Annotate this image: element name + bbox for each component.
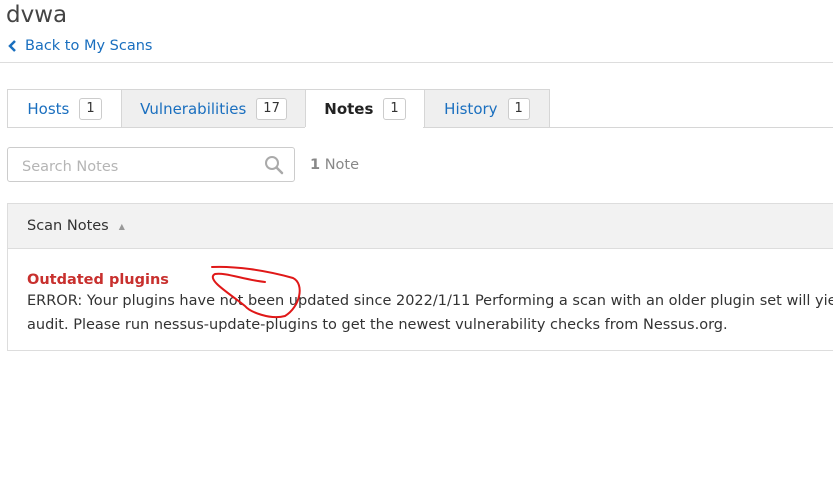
- note-body-line: ERROR: Your plugins have not been update…: [27, 293, 833, 309]
- tab-hosts-count-badge: 1: [79, 97, 102, 120]
- tab-vulnerabilities[interactable]: Vulnerabilities 17: [121, 89, 306, 127]
- tab-notes[interactable]: Notes 1: [305, 89, 425, 128]
- tab-history-label: History: [444, 99, 498, 118]
- column-header-label: Scan Notes: [27, 218, 109, 234]
- tab-notes-count-badge: 1: [383, 98, 406, 120]
- scan-notes-column-header[interactable]: Scan Notes ▲: [8, 204, 833, 249]
- tab-notes-label: Notes: [324, 100, 374, 118]
- back-to-scans-link[interactable]: Back to My Scans: [8, 38, 152, 54]
- note-count-label: Note: [324, 157, 360, 173]
- search-input[interactable]: [20, 156, 254, 178]
- note-row: Outdated plugins ERROR: Your plugins hav…: [8, 249, 833, 337]
- notes-table: Scan Notes ▲ Outdated plugins ERROR: You…: [7, 203, 833, 351]
- note-title: Outdated plugins: [27, 272, 169, 288]
- tab-history-count-badge: 1: [507, 97, 530, 120]
- sort-ascending-icon: ▲: [118, 221, 125, 231]
- scan-page: dvwa Back to My Scans Hosts 1 Vulnerabil…: [0, 0, 833, 488]
- note-count-summary: 1 Note: [310, 157, 359, 173]
- tab-hosts-label: Hosts: [27, 99, 70, 118]
- tab-bar: Hosts 1 Vulnerabilities 17 Notes 1 Histo…: [7, 89, 550, 128]
- search-notes-field[interactable]: [7, 147, 295, 182]
- tab-vulnerabilities-count-badge: 17: [256, 97, 287, 120]
- tab-hosts[interactable]: Hosts 1: [7, 89, 122, 127]
- search-icon[interactable]: [264, 155, 284, 179]
- note-body-line: audit. Please run nessus-update-plugins …: [27, 317, 728, 333]
- note-count-number: 1: [310, 157, 321, 173]
- chevron-left-icon: [8, 40, 17, 52]
- tab-history[interactable]: History 1: [424, 89, 550, 127]
- header-divider: [0, 62, 833, 63]
- back-link-label: Back to My Scans: [25, 38, 153, 54]
- page-title: dvwa: [6, 2, 68, 28]
- tab-vulnerabilities-label: Vulnerabilities: [140, 99, 247, 118]
